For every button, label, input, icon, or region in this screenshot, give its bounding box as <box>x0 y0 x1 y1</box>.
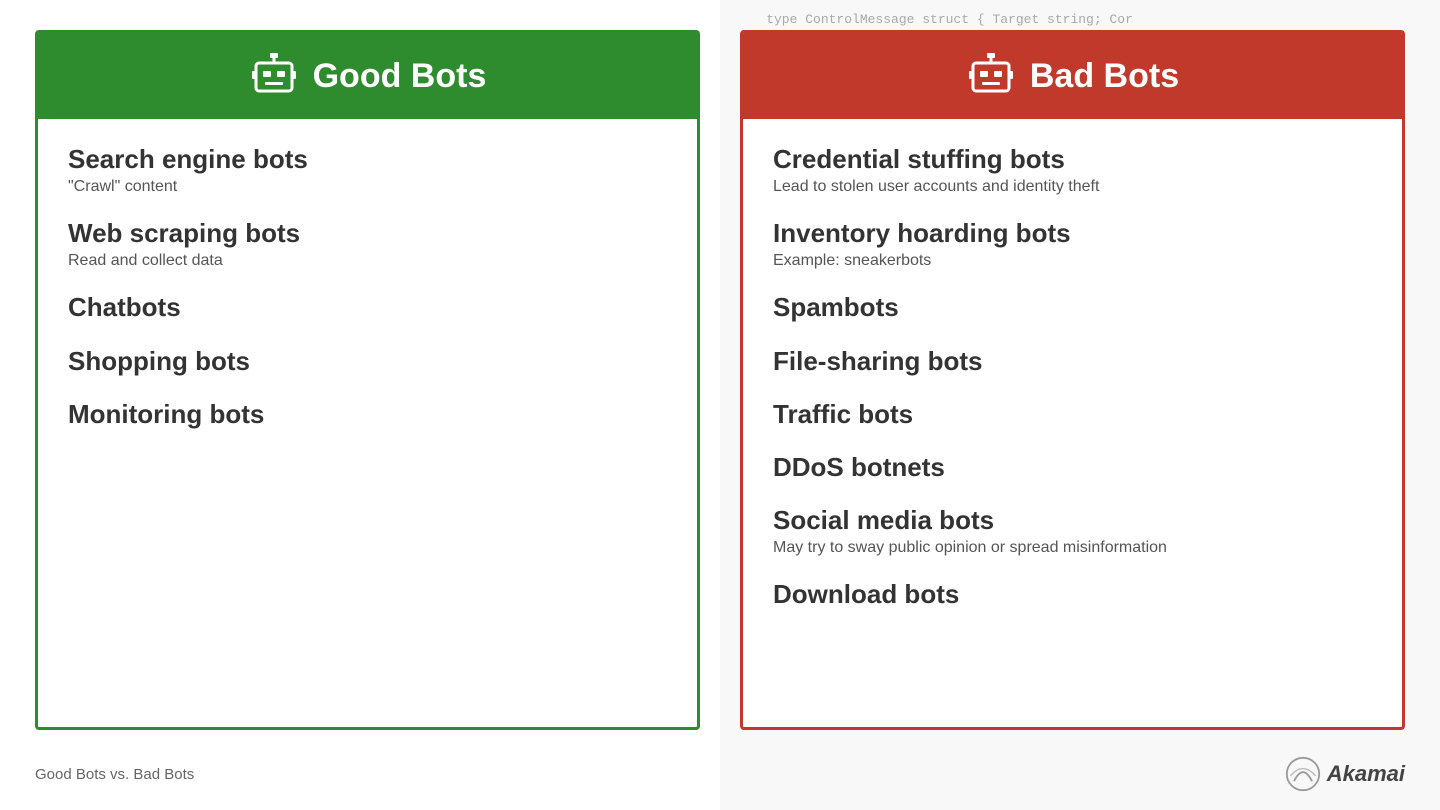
list-item: Shopping bots <box>68 346 667 377</box>
list-item: Traffic bots <box>773 399 1372 430</box>
bot-name: Social media bots <box>773 505 1372 536</box>
footer-label: Good Bots vs. Bad Bots <box>35 766 194 783</box>
main-container: Good Bots Search engine bots "Crawl" con… <box>0 0 1440 760</box>
list-item: DDoS botnets <box>773 452 1372 483</box>
list-item: Download bots <box>773 579 1372 610</box>
bot-desc: Example: sneakerbots <box>773 252 1372 270</box>
good-bots-title: Good Bots <box>313 57 487 96</box>
bot-desc: "Crawl" content <box>68 178 667 196</box>
list-item: Monitoring bots <box>68 399 667 430</box>
bad-bots-card: Bad Bots Credential stuffing bots Lead t… <box>740 30 1405 730</box>
list-item: File-sharing bots <box>773 346 1372 377</box>
good-bot-icon <box>249 51 299 101</box>
list-item: Inventory hoarding bots Example: sneaker… <box>773 218 1372 270</box>
akamai-logo: Akamai <box>1285 756 1405 792</box>
bot-name: Inventory hoarding bots <box>773 218 1372 249</box>
bot-name: Web scraping bots <box>68 218 667 249</box>
akamai-logo-icon <box>1285 756 1321 792</box>
bot-name: Traffic bots <box>773 399 1372 430</box>
bot-name: Monitoring bots <box>68 399 667 430</box>
good-bots-header: Good Bots <box>38 33 697 119</box>
good-bots-body: Search engine bots "Crawl" content Web s… <box>38 119 697 455</box>
bot-desc: Lead to stolen user accounts and identit… <box>773 178 1372 196</box>
bot-name: Shopping bots <box>68 346 667 377</box>
bad-bots-body: Credential stuffing bots Lead to stolen … <box>743 119 1402 636</box>
bot-name: File-sharing bots <box>773 346 1372 377</box>
good-bots-card: Good Bots Search engine bots "Crawl" con… <box>35 30 700 730</box>
bad-bots-header: Bad Bots <box>743 33 1402 119</box>
bot-name: Search engine bots <box>68 144 667 175</box>
footer: Good Bots vs. Bad Bots Akamai <box>35 756 1405 792</box>
list-item: Spambots <box>773 292 1372 323</box>
bot-desc: May try to sway public opinion or spread… <box>773 539 1372 557</box>
bot-name: Spambots <box>773 292 1372 323</box>
bot-name: Chatbots <box>68 292 667 323</box>
bad-bots-title: Bad Bots <box>1030 57 1179 96</box>
list-item: Web scraping bots Read and collect data <box>68 218 667 270</box>
bot-name: DDoS botnets <box>773 452 1372 483</box>
list-item: Social media bots May try to sway public… <box>773 505 1372 557</box>
bad-bot-icon <box>966 51 1016 101</box>
list-item: Credential stuffing bots Lead to stolen … <box>773 144 1372 196</box>
akamai-brand-text: Akamai <box>1327 761 1405 787</box>
bot-desc: Read and collect data <box>68 252 667 270</box>
bot-name: Credential stuffing bots <box>773 144 1372 175</box>
bot-name: Download bots <box>773 579 1372 610</box>
list-item: Search engine bots "Crawl" content <box>68 144 667 196</box>
list-item: Chatbots <box>68 292 667 323</box>
